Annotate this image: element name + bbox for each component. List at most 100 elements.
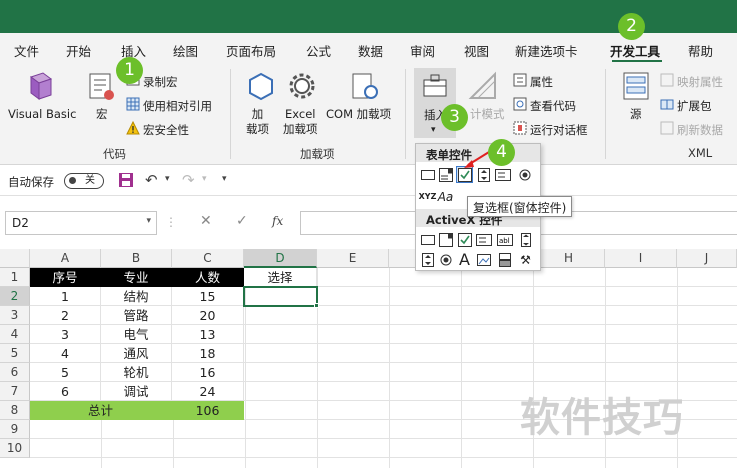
view-code-button[interactable]: 查看代码	[513, 97, 576, 114]
undo-dropdown-icon[interactable]: ▾	[165, 174, 170, 184]
activex-spin-button-icon[interactable]	[419, 251, 436, 268]
row-header[interactable]: 3	[0, 306, 30, 325]
table-cell[interactable]: 15	[172, 287, 244, 306]
activex-label-icon[interactable]: A	[456, 250, 473, 269]
redo-dropdown-icon[interactable]: ▾	[202, 174, 207, 184]
table-cell[interactable]: 13	[172, 325, 244, 344]
insert-function-button[interactable]: fx	[272, 214, 283, 228]
name-box[interactable]: D2 ▾	[5, 211, 157, 235]
button-control-icon[interactable]	[419, 166, 436, 183]
refresh-data-button[interactable]: 刷新数据	[660, 121, 723, 138]
excel-addins-button[interactable]: Excel 加载项	[283, 107, 318, 137]
row-header[interactable]: 1	[0, 268, 30, 287]
command-button-icon[interactable]	[419, 231, 436, 248]
column-header[interactable]: A	[30, 249, 101, 268]
tab-view[interactable]: 视图	[464, 41, 489, 60]
table-cell[interactable]: 6	[30, 382, 101, 401]
redo-icon[interactable]: ↷	[182, 171, 195, 189]
table-cell[interactable]: 调试	[101, 382, 172, 401]
save-icon[interactable]	[118, 172, 134, 191]
chevron-down-icon[interactable]: ▾	[146, 216, 151, 226]
total-label-cell[interactable]: 总计	[30, 401, 172, 420]
row-header[interactable]: 7	[0, 382, 30, 401]
row-header[interactable]: 5	[0, 344, 30, 363]
customize-qat-icon[interactable]: ▾	[222, 174, 227, 184]
row-header[interactable]: 2	[0, 287, 30, 306]
enter-icon[interactable]: ✓	[236, 213, 248, 229]
label-control-icon[interactable]: Aa	[437, 188, 454, 205]
cancel-icon[interactable]: ✕	[200, 213, 212, 229]
run-dialog-button[interactable]: 运行对话框	[513, 121, 588, 138]
tab-new-tab[interactable]: 新建选项卡	[515, 41, 578, 60]
table-header-cell[interactable]: 专业	[101, 268, 172, 287]
fill-handle[interactable]	[314, 303, 319, 308]
toggle-button-icon[interactable]	[496, 251, 513, 268]
table-cell[interactable]: 24	[172, 382, 244, 401]
map-properties-button[interactable]: 映射属性	[660, 73, 723, 90]
visual-basic-button[interactable]: Visual Basic	[8, 107, 76, 122]
combo-box-control-icon[interactable]	[437, 166, 454, 183]
table-cell[interactable]: 管路	[101, 306, 172, 325]
image-control-icon[interactable]	[475, 251, 492, 268]
design-mode-button[interactable]: 计模式	[470, 107, 505, 122]
more-controls-icon[interactable]: ⚒	[517, 251, 534, 268]
table-cell[interactable]: 1	[30, 287, 101, 306]
tab-data[interactable]: 数据	[358, 41, 383, 60]
undo-icon[interactable]: ↶	[145, 171, 158, 189]
tab-home[interactable]: 开始	[66, 41, 91, 60]
row-header[interactable]: 4	[0, 325, 30, 344]
table-cell[interactable]: 结构	[101, 287, 172, 306]
select-all-corner[interactable]	[0, 249, 30, 268]
table-cell[interactable]: 3	[30, 325, 101, 344]
table-cell[interactable]: 2	[30, 306, 101, 325]
table-cell[interactable]: 18	[172, 344, 244, 363]
com-addins-button[interactable]: COM 加载项	[326, 107, 391, 122]
addins-button[interactable]: 加 载项	[246, 107, 269, 137]
tab-help[interactable]: 帮助	[688, 41, 713, 60]
relative-refs-button[interactable]: 使用相对引用	[126, 97, 212, 114]
table-cell[interactable]: 5	[30, 363, 101, 382]
table-cell[interactable]: 轮机	[101, 363, 172, 382]
activex-option-button-icon[interactable]	[437, 251, 454, 268]
autosave-toggle[interactable]: 关	[64, 173, 104, 189]
table-cell[interactable]: 通风	[101, 344, 172, 363]
column-header[interactable]: D	[244, 249, 317, 268]
activex-checkbox-icon[interactable]	[456, 231, 473, 248]
list-box-control-icon[interactable]	[494, 166, 511, 183]
table-header-cell[interactable]: 人数	[172, 268, 244, 287]
group-box-control-icon[interactable]: XYZ	[419, 188, 437, 205]
macros-button[interactable]: 宏	[96, 107, 108, 122]
expansion-packs-button[interactable]: 扩展包	[660, 97, 712, 114]
selected-cell-d2[interactable]	[243, 286, 318, 307]
row-header[interactable]: 9	[0, 420, 30, 439]
tab-developer[interactable]: 开发工具	[610, 41, 660, 60]
table-header-cell[interactable]: 选择	[244, 268, 317, 287]
column-header[interactable]: B	[101, 249, 172, 268]
scroll-bar-icon[interactable]	[517, 231, 534, 248]
column-header[interactable]: E	[317, 249, 389, 268]
tab-file[interactable]: 文件	[14, 41, 39, 60]
column-header[interactable]: H	[533, 249, 605, 268]
macro-security-button[interactable]: 宏安全性	[126, 120, 189, 138]
row-header[interactable]: 8	[0, 401, 30, 420]
row-header[interactable]: 6	[0, 363, 30, 382]
table-cell[interactable]: 20	[172, 306, 244, 325]
table-header-cell[interactable]: 序号	[30, 268, 101, 287]
column-header[interactable]: I	[605, 249, 677, 268]
properties-button[interactable]: 属性	[513, 73, 553, 90]
text-box-icon[interactable]: abl	[496, 231, 513, 248]
tab-draw[interactable]: 绘图	[173, 41, 198, 60]
row-header[interactable]: 10	[0, 439, 30, 458]
tab-review[interactable]: 审阅	[410, 41, 435, 60]
option-button-control-icon[interactable]	[516, 166, 533, 183]
activex-list-box-icon[interactable]	[475, 231, 492, 248]
column-header[interactable]: C	[172, 249, 244, 268]
table-cell[interactable]: 电气	[101, 325, 172, 344]
total-value-cell[interactable]: 106	[172, 401, 244, 420]
tab-page-layout[interactable]: 页面布局	[226, 41, 276, 60]
table-cell[interactable]: 16	[172, 363, 244, 382]
tab-formulas[interactable]: 公式	[306, 41, 331, 60]
activex-combo-box-icon[interactable]	[437, 231, 454, 248]
xml-source-button[interactable]: 源	[630, 107, 642, 122]
table-cell[interactable]: 4	[30, 344, 101, 363]
